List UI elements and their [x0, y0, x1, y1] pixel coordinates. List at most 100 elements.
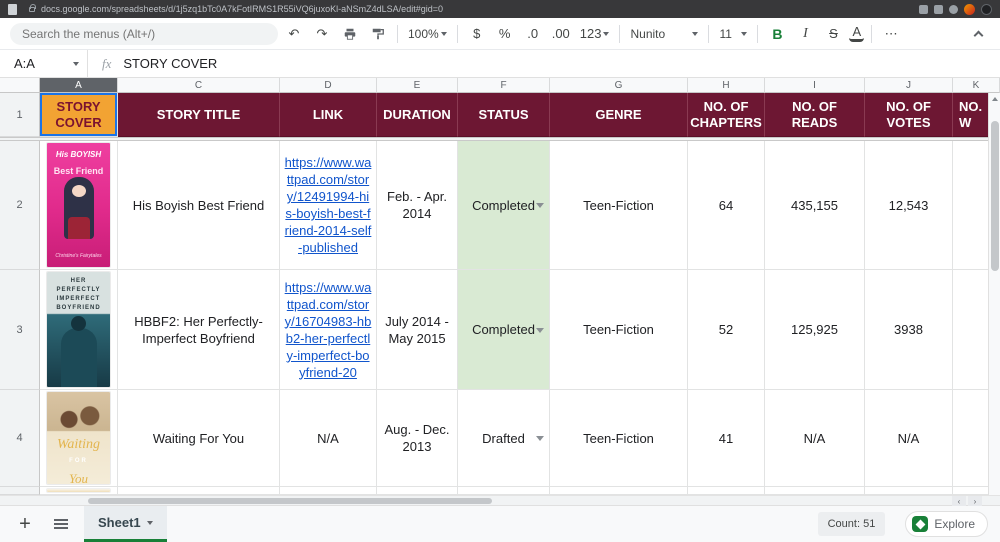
italic-button[interactable]: I [793, 22, 817, 46]
column-header-a[interactable]: A [40, 78, 118, 93]
cell-votes[interactable]: 3938 [865, 270, 953, 390]
column-header-g[interactable]: G [550, 78, 688, 93]
cell-story-title[interactable]: HBBF2: Her Perfectly-Imperfect Boyfriend [118, 270, 280, 390]
cell-story-title-header[interactable]: STORY TITLE [118, 93, 280, 137]
profile-avatar[interactable] [964, 3, 975, 15]
sheet-tab-sheet1[interactable]: Sheet1 [84, 506, 167, 542]
text-color-button[interactable]: A [849, 25, 865, 42]
number-format-button[interactable]: 123 [577, 22, 613, 46]
cell-status[interactable]: Drafted [458, 390, 550, 487]
cell-votes-header[interactable]: NO. OF VOTES [865, 93, 953, 137]
vertical-scrollbar-thumb[interactable] [991, 121, 999, 271]
column-header-d[interactable]: D [280, 78, 377, 93]
cell-story-title[interactable]: Waiting For You [118, 390, 280, 487]
redo-button[interactable]: ↷ [310, 22, 334, 46]
extensions-icon[interactable] [934, 4, 943, 14]
font-size-select[interactable]: 11 [716, 22, 750, 46]
cell-a1-story-cover[interactable]: STORY COVER [40, 93, 118, 137]
horizontal-scrollbar[interactable]: ‹ › [0, 495, 1000, 506]
cell-reads[interactable] [765, 487, 865, 495]
story-link[interactable]: https://www.wattpad.com/story/16704983-h… [284, 279, 372, 381]
notifications-icon[interactable] [949, 4, 958, 14]
column-header-f[interactable]: F [458, 78, 550, 93]
column-header-h[interactable]: H [688, 78, 765, 93]
cell-chapters[interactable]: 52 [688, 270, 765, 390]
dropdown-arrow-icon[interactable] [536, 327, 544, 333]
name-box[interactable]: A:A [0, 50, 88, 77]
cell-reads[interactable]: 435,155 [765, 141, 865, 270]
cell-duration[interactable] [377, 487, 458, 495]
cell-chapters-header[interactable]: NO. OF CHAPTERS [688, 93, 765, 137]
cell-duration-header[interactable]: DURATION [377, 93, 458, 137]
scroll-right-button[interactable]: › [968, 496, 982, 506]
cell-genre[interactable]: Teen-Fiction [550, 270, 688, 390]
print-button[interactable] [338, 22, 362, 46]
cell-votes[interactable]: 12,543 [865, 141, 953, 270]
cell-cover-row4[interactable]: Waiting FOR You [40, 390, 118, 487]
column-header-j[interactable]: J [865, 78, 953, 93]
decrease-decimal-button[interactable]: .0 [521, 22, 545, 46]
address-bar[interactable]: docs.google.com/spreadsheets/d/1j5zq1bTc… [41, 4, 913, 14]
cell-status[interactable]: Completed [458, 141, 550, 270]
cell-status[interactable]: Completed [458, 270, 550, 390]
format-percent-button[interactable]: % [493, 22, 517, 46]
select-all-corner[interactable] [0, 78, 40, 93]
cell-votes[interactable] [865, 487, 953, 495]
cell-status[interactable] [458, 487, 550, 495]
cell-duration[interactable]: Feb. - Apr. 2014 [377, 141, 458, 270]
cast-icon[interactable] [919, 4, 928, 14]
more-options-button[interactable]: ⋯ [879, 22, 903, 46]
column-header-i[interactable]: I [765, 78, 865, 93]
bold-button[interactable]: B [765, 22, 789, 46]
cell-votes[interactable]: N/A [865, 390, 953, 487]
cell-reads-header[interactable]: NO. OF READS [765, 93, 865, 137]
cell-link[interactable]: https://www.wattpad.com/story/16704983-h… [280, 270, 377, 390]
cell-cover-row3[interactable]: HER PERFECTLY IMPERFECT BOYFRIEND [40, 270, 118, 390]
dropdown-arrow-icon[interactable] [536, 436, 544, 441]
cell-story-title[interactable] [118, 487, 280, 495]
cell-chapters[interactable]: 64 [688, 141, 765, 270]
cell-status-header[interactable]: STATUS [458, 93, 550, 137]
cell-reads[interactable]: 125,925 [765, 270, 865, 390]
add-sheet-button[interactable]: + [12, 514, 38, 534]
cell-link-header[interactable]: LINK [280, 93, 377, 137]
cell-story-title[interactable]: His Boyish Best Friend [118, 141, 280, 270]
formula-input[interactable]: STORY COVER [123, 56, 217, 71]
undo-button[interactable]: ↶ [282, 22, 306, 46]
cell-link[interactable]: https://www.wattpad.com/story/12491994-h… [280, 141, 377, 270]
cell-genre[interactable] [550, 487, 688, 495]
cell-genre[interactable]: Teen-Fiction [550, 141, 688, 270]
row-number-2[interactable]: 2 [0, 141, 40, 270]
cell-duration[interactable]: July 2014 - May 2015 [377, 270, 458, 390]
cell-genre-header[interactable]: GENRE [550, 93, 688, 137]
font-family-select[interactable]: Nunito [627, 22, 701, 46]
horizontal-scrollbar-thumb[interactable] [88, 498, 492, 504]
row-number-4[interactable]: 4 [0, 390, 40, 487]
paint-format-button[interactable] [366, 22, 390, 46]
browser-menu-icon[interactable] [981, 3, 992, 15]
cell-reads[interactable]: N/A [765, 390, 865, 487]
cell-genre[interactable]: Teen-Fiction [550, 390, 688, 487]
cell-link[interactable] [280, 487, 377, 495]
column-header-k[interactable]: K [953, 78, 1000, 93]
cell-chapters[interactable] [688, 487, 765, 495]
story-link[interactable]: https://www.wattpad.com/story/12491994-h… [284, 154, 372, 256]
explore-button[interactable]: Explore [905, 511, 988, 537]
increase-decimal-button[interactable]: .00 [549, 22, 573, 46]
selection-count-badge[interactable]: Count: 51 [817, 512, 886, 536]
row-number-3[interactable]: 3 [0, 270, 40, 390]
vertical-scrollbar[interactable] [988, 93, 1000, 495]
cell-cover-row5[interactable] [40, 487, 118, 495]
scroll-up-button[interactable] [989, 93, 1000, 105]
format-currency-button[interactable]: $ [465, 22, 489, 46]
row-number-1[interactable]: 1 [0, 93, 40, 137]
cell-duration[interactable]: Aug. - Dec. 2013 [377, 390, 458, 487]
hide-menus-button[interactable] [966, 22, 990, 46]
zoom-select[interactable]: 100% [405, 22, 450, 46]
search-menus-input[interactable] [10, 22, 278, 45]
dropdown-arrow-icon[interactable] [536, 203, 544, 208]
cell-cover-row2[interactable]: His BOYISH Best Friend Christine's Fairy… [40, 141, 118, 270]
row-number-5[interactable] [0, 487, 40, 495]
cell-link[interactable]: N/A [280, 390, 377, 487]
scroll-left-button[interactable]: ‹ [952, 496, 966, 506]
